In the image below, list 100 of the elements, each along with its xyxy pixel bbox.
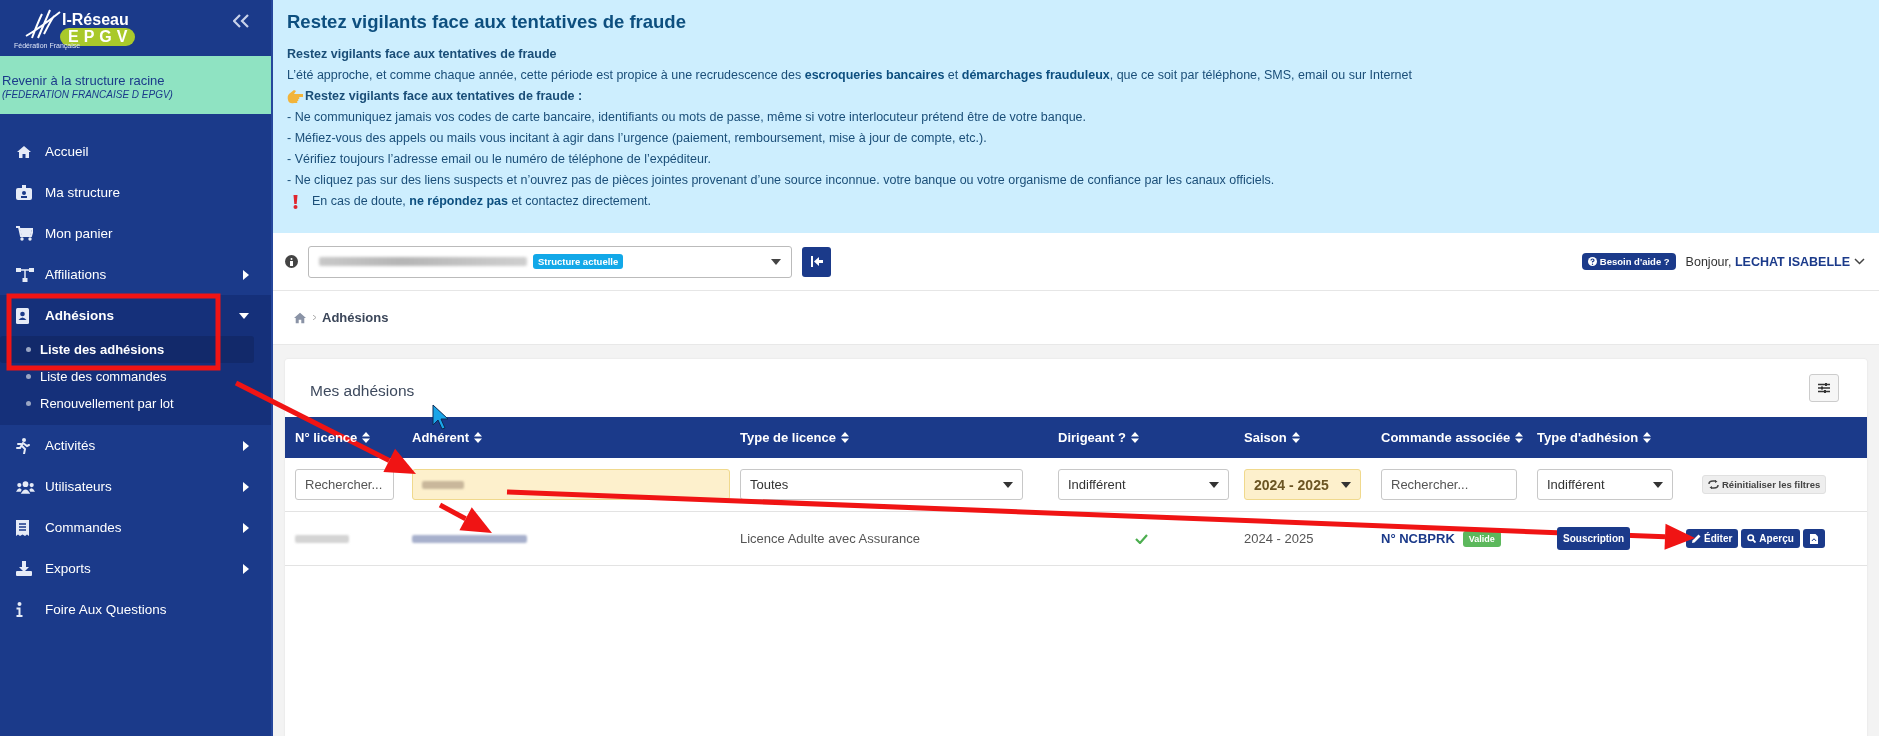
banner-line: - Ne cliquez pas sur des liens suspects et n’ouvrez pas de pièces jointes provenant d’une source inconnue. votre banque ou votre organisme de confiance par les canaux officiels. [287,172,1275,189]
banner-line: En cas de doute, ne répondez pas et contactez directement. [312,193,652,210]
sort-icon[interactable] [1643,432,1652,443]
submenu-item[interactable]: Liste des commandes [0,363,254,390]
filter-select[interactable]: Toutes [740,469,1023,500]
id-card-icon [16,185,32,200]
question-icon [1587,257,1597,266]
root-link-subtitle: (FEDERATION FRANCAISE D EPGV) [2,89,173,100]
pointing-hand-icon [287,89,303,104]
sort-icon[interactable] [1130,432,1139,443]
bullet-icon [26,401,31,406]
current-structure-badge: Structure actuelle [533,254,624,269]
column-header[interactable]: Saison [1244,430,1287,445]
contact-card-icon [16,307,29,324]
sort-icon[interactable] [1291,432,1300,443]
column-settings-button[interactable] [1809,374,1839,402]
home-icon [16,144,32,159]
collapse-icon[interactable] [233,14,249,28]
breadcrumb-current: Adhésions [322,310,389,325]
table-cell: 2024 - 2025 [1244,531,1314,546]
card-title: Mes adhésions [310,382,415,400]
sidebar-item[interactable]: Ma structure [0,172,271,213]
info-icon [16,602,23,617]
caret-right-icon [243,481,249,492]
column-header[interactable]: Type de licence [740,430,836,445]
refresh-icon [1708,480,1719,489]
banner-line: Restez vigilants face aux tentatives de fraude : [305,88,583,105]
exit-structure-button[interactable] [802,246,831,277]
bullet-icon [26,347,31,352]
sidebar-item[interactable]: Exports [0,548,271,589]
order-link[interactable]: N° NCBPRK [1381,531,1455,546]
logo-title: I-Réseau [62,10,130,28]
cart-icon [16,226,33,241]
caret-down-icon [1209,481,1219,488]
sliders-icon [1818,383,1830,393]
sitemap-icon [16,267,34,282]
sidebar-item[interactable]: Accueil [0,131,271,172]
sidebar-item[interactable]: Foire Aux Questions [0,589,271,630]
home-icon[interactable] [293,311,307,324]
table-cell: Licence Adulte avec Assurance [740,531,920,546]
sort-icon[interactable] [840,432,849,443]
blurred-text [295,534,349,543]
membership-type-button[interactable]: Souscription [1557,527,1631,550]
sidebar-item[interactable]: Activités [0,425,271,466]
caret-right-icon [243,440,249,451]
banner-line: - Méfiez-vous des appels ou mails vous incitant à agir dans l’urgence (paiement, remboursement, mise à jour de compte, etc.). [287,130,987,147]
sidebar-item[interactable]: Commandes [0,507,271,548]
banner-line: - Vérifiez toujours l’adresse email ou le numéro de téléphone de l’expéditeur. [287,151,711,168]
pencil-icon [1692,534,1701,543]
caret-down-icon [771,258,781,265]
caret-right-icon [243,563,249,574]
sort-icon[interactable] [362,432,371,443]
reset-filters-button[interactable]: Réinitialiser les filtres [1702,475,1827,494]
submenu-item[interactable]: Renouvellement par lot [0,390,254,417]
caret-down-icon [239,312,249,319]
edit-button[interactable]: Éditer [1686,529,1739,548]
separator-icon [313,315,316,320]
caret-down-icon [1341,481,1351,488]
search-field[interactable]: Rechercher... [295,469,394,500]
caret-down-icon [1653,481,1663,488]
running-figure-icon [16,437,30,454]
annotation-arrow [438,502,492,533]
column-header[interactable]: Adhérent [412,430,470,445]
pdf-file-icon [1809,533,1818,544]
bullet-icon [26,374,31,379]
search-field[interactable] [412,469,730,500]
submenu-item[interactable]: Liste des adhésions [0,336,254,363]
sort-icon[interactable] [1515,432,1524,443]
root-structure-link[interactable]: Revenir à la structure racine (FEDERATION FRANCAISE D EPGV) [0,56,271,114]
banner-line: L’été approche, et comme chaque année, cette période est propice à une recrudescence des escroqueries bancaires et démarchages frauduleux, que ce soit par téléphone, SMS, email ou sur Internet [287,67,1412,84]
blurred-text [422,480,464,489]
pdf-button[interactable] [1802,529,1825,548]
help-button[interactable]: Besoin d'aide ? [1581,253,1676,270]
download-icon [16,561,32,576]
root-link-title: Revenir à la structure racine [2,72,165,89]
filter-select[interactable]: 2024 - 2025 [1244,469,1361,500]
caret-right-icon [243,269,249,280]
sidebar-item[interactable]: Utilisateurs [0,466,271,507]
exclamation-icon [293,194,298,209]
filter-select[interactable]: Indifférent [1058,469,1229,500]
user-greeting[interactable]: Bonjour, LECHAT ISABELLE [1685,254,1850,269]
caret-right-icon [243,522,249,533]
sidebar-item[interactable]: Mon panier [0,213,271,254]
exit-icon [810,256,823,267]
column-header[interactable]: Dirigeant ? [1058,430,1126,445]
chevron-down-icon[interactable] [1854,258,1865,265]
info-icon [285,255,298,268]
filter-select[interactable]: Indifférent [1537,469,1673,500]
caret-down-icon [1003,481,1013,488]
mouse-cursor-icon [432,404,449,430]
search-field[interactable]: Rechercher... [1381,469,1517,500]
banner-line: - Ne communiquez jamais vos codes de carte bancaire, identifiants ou mots de passe, même si votre interlocuteur prétend être de votre banque. [287,109,1087,126]
sort-icon[interactable] [474,432,483,443]
receipt-icon [16,519,29,536]
banner-title: Restez vigilants face aux tentatives de fraude [287,10,687,34]
sidebar-item[interactable]: Affiliations [0,254,271,295]
sidebar-item[interactable]: Adhésions [0,295,271,336]
banner-subheading: Restez vigilants face aux tentatives de fraude [287,46,557,63]
users-icon [16,479,35,494]
preview-button[interactable]: Aperçu [1741,529,1800,548]
